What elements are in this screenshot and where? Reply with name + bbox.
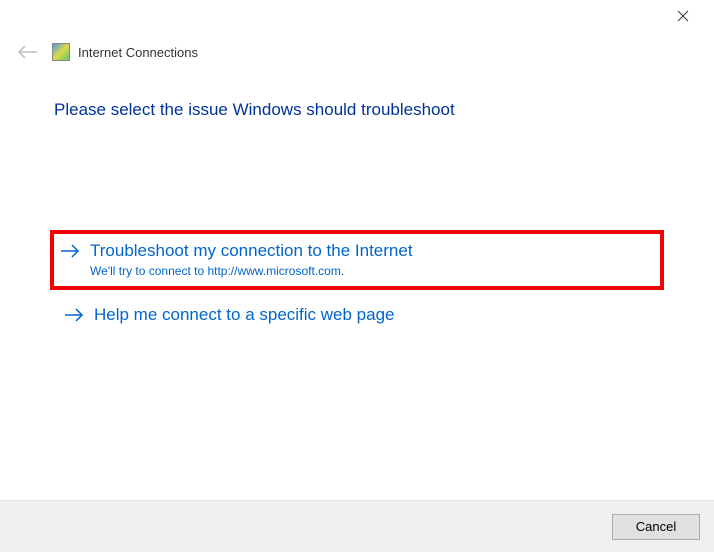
close-button[interactable] <box>670 3 696 29</box>
wizard-header: Internet Connections <box>0 32 714 72</box>
option-title: Help me connect to a specific web page <box>94 304 395 326</box>
app-title: Internet Connections <box>78 45 198 60</box>
option-subtitle: We'll try to connect to http://www.micro… <box>90 264 413 278</box>
footer-bar: Cancel <box>0 500 714 552</box>
app-icon <box>52 43 70 61</box>
cancel-button[interactable]: Cancel <box>612 514 700 540</box>
arrow-right-icon <box>60 243 80 264</box>
option-troubleshoot-internet[interactable]: Troubleshoot my connection to the Intern… <box>50 230 664 290</box>
content-area: Please select the issue Windows should t… <box>0 72 714 338</box>
option-title: Troubleshoot my connection to the Intern… <box>90 240 413 262</box>
title-bar <box>0 0 714 32</box>
option-text: Troubleshoot my connection to the Intern… <box>90 240 413 278</box>
back-button <box>16 40 40 64</box>
page-heading: Please select the issue Windows should t… <box>54 100 660 120</box>
arrow-right-icon <box>64 307 84 328</box>
option-specific-webpage[interactable]: Help me connect to a specific web page <box>54 296 660 338</box>
close-icon <box>677 10 689 22</box>
option-text: Help me connect to a specific web page <box>94 304 395 326</box>
back-arrow-icon <box>18 45 38 59</box>
